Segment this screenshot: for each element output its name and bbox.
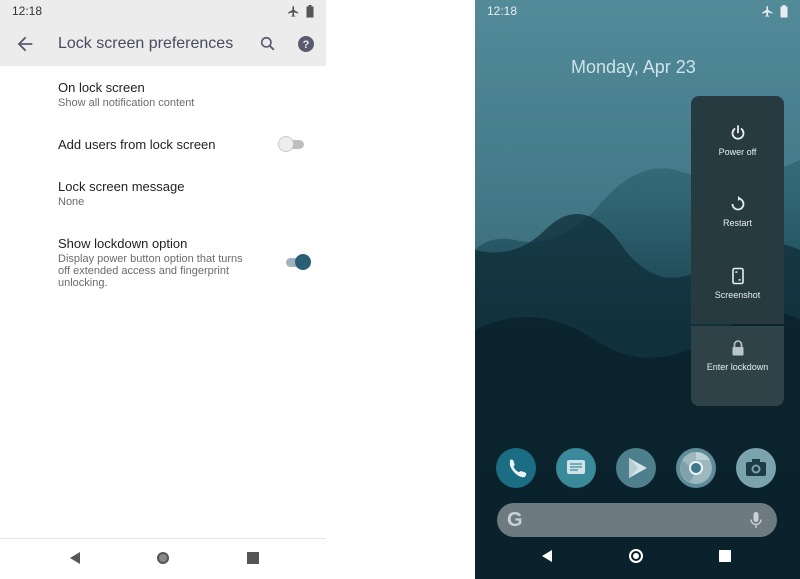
status-bar: 12:18 (475, 0, 800, 22)
nav-recents-icon[interactable] (717, 548, 733, 564)
messages-app-icon[interactable] (556, 448, 596, 488)
battery-icon (306, 4, 314, 18)
lockscreen-phone-screen: 12:18 Monday, Apr 23 Power off Restart S… (475, 0, 800, 579)
restart-icon (731, 196, 744, 211)
app-bar: Lock screen preferences ? (0, 22, 326, 66)
nav-home-icon[interactable] (154, 549, 172, 567)
chrome-app-icon[interactable] (676, 448, 716, 488)
add-users-toggle[interactable] (278, 136, 306, 152)
navigation-bar (475, 540, 800, 579)
help-icon[interactable]: ? (296, 34, 316, 54)
battery-icon (780, 4, 788, 18)
pref-title: Add users from lock screen (58, 137, 216, 152)
pref-on-lock-screen[interactable]: On lock screen Show all notification con… (0, 78, 326, 118)
nav-recents-icon[interactable] (244, 549, 262, 567)
pref-lock-screen-message[interactable]: Lock screen message None (0, 177, 326, 213)
lockdown-toggle[interactable] (284, 254, 312, 270)
pref-title: On lock screen (58, 80, 145, 95)
power-menu: Power off Restart Screenshot Enter lockd… (691, 96, 784, 406)
play-store-app-icon[interactable] (616, 448, 656, 488)
svg-text:?: ? (303, 39, 310, 51)
nav-back-icon[interactable] (66, 549, 84, 567)
pref-subtitle: Show all notification content (58, 97, 195, 109)
pref-title: Show lockdown option (58, 236, 188, 251)
pref-show-lockdown-option[interactable]: Show lockdown option Display power butto… (0, 234, 326, 294)
nav-home-icon[interactable] (628, 548, 644, 564)
pref-title: Lock screen message (58, 179, 185, 194)
airplane-mode-icon (287, 5, 300, 18)
microphone-icon[interactable] (749, 511, 763, 529)
google-search-bar[interactable]: G (497, 503, 777, 537)
back-arrow-icon[interactable] (14, 33, 36, 55)
enter-lockdown-label: Enter lockdown (706, 362, 769, 372)
status-bar: 12:18 (0, 0, 326, 22)
page-title: Lock screen preferences (58, 35, 234, 52)
nav-back-icon[interactable] (539, 548, 555, 564)
status-time: 12:18 (487, 4, 518, 18)
google-logo: G (507, 509, 523, 531)
power-icon (731, 125, 744, 140)
navigation-bar (0, 538, 326, 578)
power-off-button[interactable]: Power off (691, 124, 784, 157)
phone-app-icon[interactable] (496, 448, 536, 488)
camera-app-icon[interactable] (736, 448, 776, 488)
power-off-label: Power off (718, 147, 757, 157)
airplane-mode-icon (761, 5, 774, 18)
pref-subtitle-line: unlocking. (58, 277, 108, 289)
lock-icon (732, 340, 743, 356)
pref-subtitle-line: Display power button option that turns (58, 253, 243, 265)
pref-subtitle: None (58, 196, 85, 208)
lockscreen-date: Monday, Apr 23 (571, 57, 696, 77)
restart-label: Restart (722, 218, 752, 228)
pref-subtitle-line: off extended access and fingerprint (58, 265, 230, 277)
screenshot-label: Screenshot (714, 290, 761, 300)
settings-phone-screen: 12:18 Lock screen preferences ? On lock … (0, 0, 326, 579)
screenshot-button[interactable]: Screenshot (691, 267, 784, 300)
pref-add-users-from-lock-screen[interactable]: Add users from lock screen (0, 130, 326, 158)
restart-button[interactable]: Restart (691, 195, 784, 228)
enter-lockdown-button[interactable]: Enter lockdown (691, 339, 784, 372)
app-dock (475, 448, 800, 498)
search-icon[interactable] (258, 34, 278, 54)
screenshot-icon (731, 267, 744, 285)
status-time: 12:18 (12, 4, 43, 18)
